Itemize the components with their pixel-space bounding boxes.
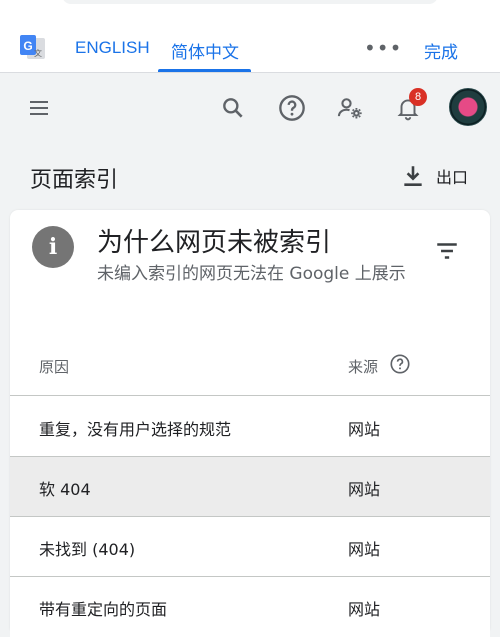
page-title: 页面索引 — [30, 168, 119, 193]
help-icon[interactable] — [274, 90, 310, 126]
google-translate-icon: G 文 — [19, 34, 47, 62]
done-button[interactable]: 完成 — [424, 38, 458, 63]
help-icon[interactable] — [388, 352, 412, 376]
not-indexed-card: i 为什么网页未被索引 未编入索引的网页无法在 Google 上展示 原因 来源… — [10, 210, 490, 637]
download-icon — [404, 166, 422, 186]
source-cell: 网站 — [348, 480, 381, 499]
reason-cell: 软 404 — [39, 480, 91, 499]
info-icon: i — [32, 226, 74, 268]
table-row[interactable]: 软 404 网站 — [10, 457, 490, 517]
svg-text:文: 文 — [34, 48, 42, 58]
table-row[interactable]: 带有重定向的页面 网站 — [10, 577, 490, 637]
card-title: 为什么网页未被索引 — [97, 228, 332, 258]
export-label: 出口 — [436, 168, 469, 187]
url-bar[interactable] — [62, 0, 438, 4]
filter-icon[interactable] — [432, 236, 462, 266]
search-icon[interactable] — [215, 90, 251, 126]
svg-text:G: G — [23, 39, 32, 53]
source-cell: 网站 — [348, 420, 381, 439]
card-subtitle: 未编入索引的网页无法在 Google 上展示 — [97, 264, 406, 284]
source-cell: 网站 — [348, 540, 381, 559]
more-options-button[interactable]: ••• — [364, 36, 401, 60]
app-header — [0, 72, 500, 144]
admin-settings-icon[interactable] — [332, 90, 368, 126]
translate-bar: G 文 ENGLISH 简体中文 ••• 完成 — [0, 0, 500, 72]
tab-english[interactable]: ENGLISH — [75, 38, 150, 58]
notification-badge: 8 — [409, 88, 427, 106]
column-header-reason[interactable]: 原因 — [39, 356, 69, 377]
menu-icon[interactable] — [21, 90, 57, 126]
page-title-row: 页面索引 出口 — [0, 144, 500, 210]
table-row[interactable]: 重复，没有用户选择的规范 网站 — [10, 397, 490, 457]
reason-cell: 带有重定向的页面 — [39, 600, 168, 619]
avatar[interactable] — [449, 88, 487, 126]
source-cell: 网站 — [348, 600, 381, 619]
export-button[interactable]: 出口 — [400, 160, 468, 192]
table-header: 原因 来源 — [10, 336, 490, 396]
tab-chinese[interactable]: 简体中文 — [171, 38, 239, 63]
reason-cell: 重复，没有用户选择的规范 — [39, 420, 232, 439]
column-header-source[interactable]: 来源 — [348, 356, 378, 377]
reason-cell: 未找到 (404) — [39, 540, 136, 559]
table-row[interactable]: 未找到 (404) 网站 — [10, 517, 490, 577]
